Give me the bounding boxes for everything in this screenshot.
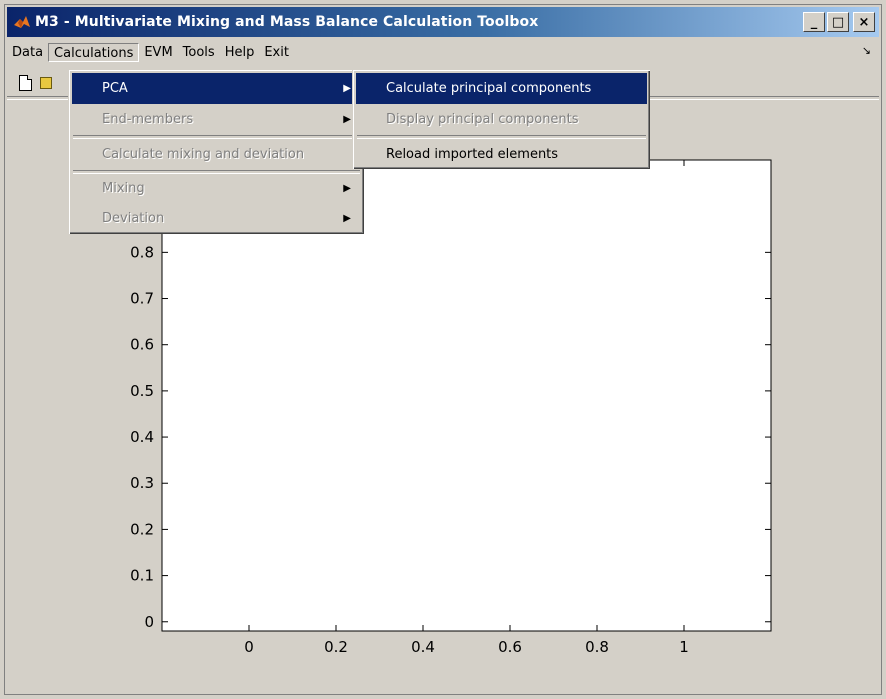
menu-item-label: Display principal components bbox=[386, 112, 579, 127]
close-icon: × bbox=[858, 14, 870, 30]
menu-item-pca[interactable]: PCA ▶ bbox=[72, 73, 361, 104]
submenu-arrow-icon: ▶ bbox=[343, 183, 351, 194]
menu-item-reload-imported-elements[interactable]: Reload imported elements bbox=[356, 139, 647, 170]
menu-item-end-members[interactable]: End-members ▶ bbox=[72, 104, 361, 135]
menu-evm[interactable]: EVM bbox=[139, 43, 177, 62]
menu-item-deviation[interactable]: Deviation ▶ bbox=[72, 204, 361, 234]
menu-item-label: Deviation bbox=[102, 211, 165, 226]
menu-item-display-principal-components[interactable]: Display principal components bbox=[356, 104, 647, 135]
menu-item-label: End-members bbox=[102, 112, 194, 127]
menu-item-calculate-mixing[interactable]: Calculate mixing and deviation bbox=[72, 139, 361, 170]
menu-item-mixing[interactable]: Mixing ▶ bbox=[72, 174, 361, 204]
title-bar[interactable]: M3 - Multivariate Mixing and Mass Balanc… bbox=[7, 7, 879, 37]
pca-submenu: Calculate principal components Display p… bbox=[352, 69, 650, 169]
submenu-arrow-icon: ▶ bbox=[343, 83, 351, 94]
menubar-dock-arrow-icon[interactable]: ↘ bbox=[862, 44, 871, 57]
menu-item-label: Mixing bbox=[102, 181, 145, 196]
menu-bar: Data Calculations EVM Tools Help Exit ↘ bbox=[7, 40, 879, 64]
menu-item-label: Calculate principal components bbox=[386, 81, 592, 96]
menu-item-label: PCA bbox=[102, 81, 128, 96]
menu-data[interactable]: Data bbox=[7, 43, 48, 62]
submenu-arrow-icon: ▶ bbox=[343, 114, 351, 125]
menu-calculations[interactable]: Calculations bbox=[48, 42, 140, 62]
close-button[interactable]: × bbox=[853, 12, 875, 32]
new-file-icon[interactable] bbox=[19, 75, 32, 91]
menu-item-label: Calculate mixing and deviation bbox=[102, 147, 305, 162]
calculations-dropdown: PCA ▶ End-members ▶ Calculate mixing and d… bbox=[68, 69, 364, 234]
menu-exit[interactable]: Exit bbox=[259, 43, 294, 62]
menu-item-label: Reload imported elements bbox=[386, 147, 559, 162]
menu-help[interactable]: Help bbox=[220, 43, 260, 62]
submenu-arrow-icon: ▶ bbox=[343, 213, 351, 224]
maximize-button[interactable]: □ bbox=[827, 12, 849, 32]
window-title: M3 - Multivariate Mixing and Mass Balanc… bbox=[35, 14, 539, 30]
minimize-icon: _ bbox=[810, 14, 818, 30]
open-folder-icon[interactable] bbox=[40, 77, 52, 89]
minimize-button[interactable]: _ bbox=[803, 12, 825, 32]
matlab-logo-icon bbox=[14, 16, 30, 28]
maximize-icon: □ bbox=[831, 14, 845, 30]
menu-item-calculate-principal-components[interactable]: Calculate principal components bbox=[356, 73, 647, 104]
menu-tools[interactable]: Tools bbox=[178, 43, 220, 62]
